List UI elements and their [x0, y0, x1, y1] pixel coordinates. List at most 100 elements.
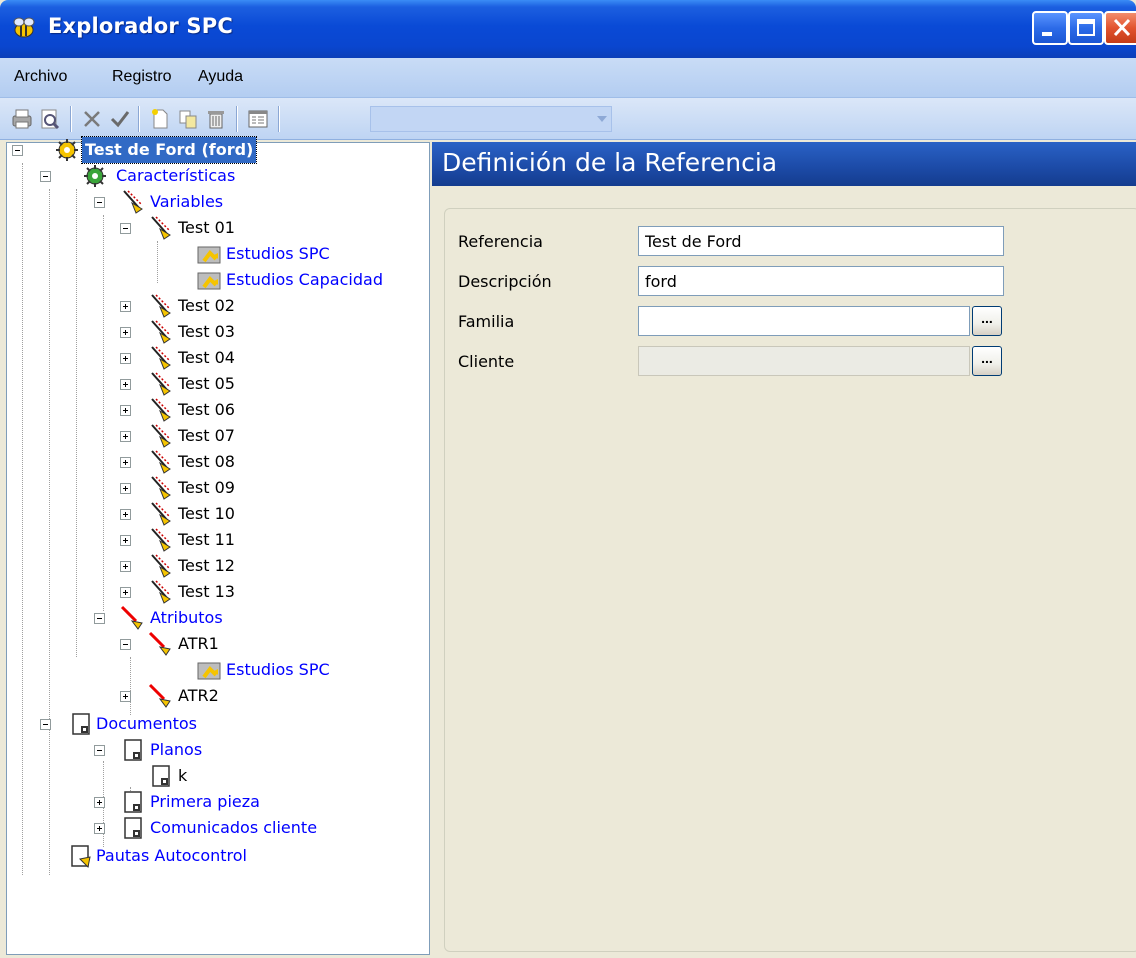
pauta-document-icon — [68, 843, 94, 869]
tree-item-atributos[interactable]: Atributos — [0, 605, 430, 631]
tree-item-label: Test 02 — [178, 296, 235, 315]
cliente-browse-button[interactable]: ... — [972, 346, 1002, 376]
caliper-icon — [148, 527, 174, 553]
tree-item-test[interactable]: Test 12 — [0, 553, 430, 579]
caliper-icon — [148, 449, 174, 475]
expand-icon[interactable] — [120, 509, 131, 520]
tree-item-test[interactable]: Test 09 — [0, 475, 430, 501]
tree-item-atr2[interactable]: ATR2 — [0, 683, 430, 709]
menu-label: Registro — [112, 68, 172, 85]
tree-item-estudios-spc[interactable]: Estudios SPC — [0, 657, 430, 683]
tree-item-pautas-autocontrol[interactable]: Pautas Autocontrol — [0, 843, 430, 869]
tree-item-test[interactable]: Test 07 — [0, 423, 430, 449]
tree-item-label: Características — [116, 166, 236, 185]
tree-item-label: Test 09 — [178, 478, 235, 497]
menu-label: Ayuda — [198, 68, 244, 85]
tree-item-test[interactable]: Test 03 — [0, 319, 430, 345]
expand-icon[interactable] — [120, 457, 131, 468]
tree-item-test[interactable]: Test 06 — [0, 397, 430, 423]
tree-item-test[interactable]: Test 02 — [0, 293, 430, 319]
expand-icon[interactable] — [120, 379, 131, 390]
maximize-button[interactable] — [1068, 11, 1104, 45]
tree-item-label: Estudios Capacidad — [226, 270, 383, 289]
cancel-icon[interactable] — [80, 107, 104, 131]
tree-item-primera-pieza[interactable]: Primera pieza — [0, 789, 430, 815]
expand-icon[interactable] — [120, 535, 131, 546]
menu-bar: Archivo Registro Ayuda — [0, 58, 1136, 98]
tree-item-test[interactable]: Test 05 — [0, 371, 430, 397]
expand-icon[interactable] — [120, 327, 131, 338]
arrow-attribute-icon — [120, 605, 146, 631]
check-icon[interactable] — [108, 107, 132, 131]
expand-icon[interactable] — [94, 797, 105, 808]
expand-icon[interactable] — [120, 587, 131, 598]
printer-icon[interactable] — [10, 107, 34, 131]
print-preview-icon[interactable] — [38, 107, 62, 131]
delete-icon[interactable] — [204, 107, 228, 131]
document-icon — [120, 815, 146, 841]
properties-icon[interactable] — [246, 107, 270, 131]
tree-item-test[interactable]: Test 11 — [0, 527, 430, 553]
familia-input[interactable] — [638, 306, 970, 336]
tree-item-test[interactable]: Test 04 — [0, 345, 430, 371]
descripcion-label: Descripción — [458, 272, 552, 291]
close-button[interactable] — [1104, 11, 1136, 45]
collapse-icon[interactable] — [40, 719, 51, 730]
tree-item-estudios-capacidad[interactable]: Estudios Capacidad — [0, 267, 430, 293]
expand-icon[interactable] — [120, 561, 131, 572]
tree-item-estudios-spc[interactable]: Estudios SPC — [0, 241, 430, 267]
collapse-icon[interactable] — [12, 145, 23, 156]
collapse-icon[interactable] — [94, 197, 105, 208]
caliper-icon — [148, 475, 174, 501]
collapse-icon[interactable] — [120, 639, 131, 650]
tree-item-k[interactable]: k — [0, 763, 430, 789]
tree-item-test[interactable]: Test 10 — [0, 501, 430, 527]
tree-item-test[interactable]: Test 13 — [0, 579, 430, 605]
copy-icon[interactable] — [176, 107, 200, 131]
gear-icon — [54, 137, 80, 163]
menu-ayuda[interactable]: Ayuda — [198, 68, 243, 86]
bee-icon — [13, 17, 35, 38]
expand-icon[interactable] — [120, 405, 131, 416]
expand-icon[interactable] — [120, 431, 131, 442]
tree-item-documentos[interactable]: Documentos — [0, 711, 430, 737]
collapse-icon[interactable] — [40, 171, 51, 182]
tree-item-planos[interactable]: Planos — [0, 737, 430, 763]
collapse-icon[interactable] — [94, 745, 105, 756]
tree-item-variables[interactable]: Variables — [0, 189, 430, 215]
minimize-icon — [1042, 32, 1052, 36]
menu-registro[interactable]: Registro — [112, 68, 172, 86]
tree-item-caracteristicas[interactable]: Características — [0, 163, 430, 189]
menu-archivo[interactable]: Archivo — [14, 68, 67, 86]
toolbar-separator — [236, 106, 238, 132]
referencia-input[interactable] — [638, 226, 1004, 256]
minimize-button[interactable] — [1032, 11, 1068, 45]
collapse-icon[interactable] — [120, 223, 131, 234]
familia-browse-button[interactable]: ... — [972, 306, 1002, 336]
tree-item-label: Comunicados cliente — [150, 818, 318, 837]
document-icon — [68, 711, 94, 737]
tree-item-comunicados-cliente[interactable]: Comunicados cliente — [0, 815, 430, 841]
tree-item-label: Test 01 — [178, 218, 235, 237]
tree-item-test01[interactable]: Test 01 — [0, 215, 430, 241]
new-document-icon[interactable] — [148, 107, 172, 131]
descripcion-input[interactable] — [638, 266, 1004, 296]
caliper-icon — [148, 397, 174, 423]
gear-icon — [82, 163, 108, 189]
cliente-label: Cliente — [458, 352, 515, 371]
expand-icon[interactable] — [94, 823, 105, 834]
tree-item-test[interactable]: Test 08 — [0, 449, 430, 475]
tree-item-label: Test 07 — [178, 426, 235, 445]
tree-item-label: Estudios SPC — [226, 660, 330, 679]
caliper-icon — [148, 423, 174, 449]
tree-item-atr1[interactable]: ATR1 — [0, 631, 430, 657]
toolbar-combo[interactable] — [370, 106, 612, 132]
maximize-icon — [1077, 19, 1095, 36]
expand-icon[interactable] — [120, 483, 131, 494]
expand-icon[interactable] — [120, 691, 131, 702]
collapse-icon[interactable] — [94, 613, 105, 624]
expand-icon[interactable] — [120, 301, 131, 312]
tree-item-root[interactable]: Test de Ford (ford) — [0, 136, 430, 164]
tree-item-label: Estudios SPC — [226, 244, 330, 263]
expand-icon[interactable] — [120, 353, 131, 364]
